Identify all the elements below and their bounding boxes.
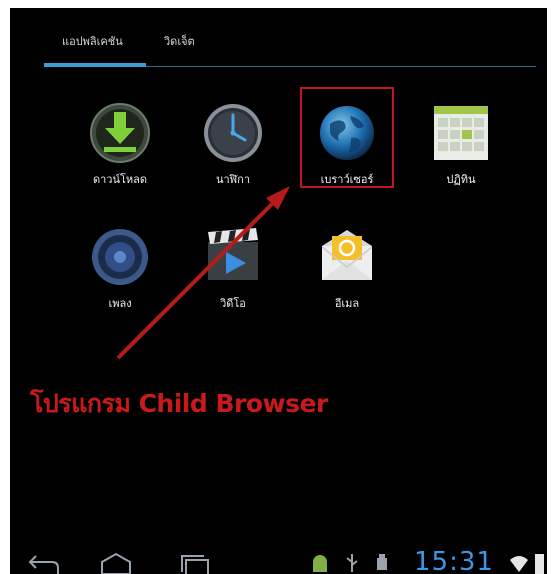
annotation-caption: โปรแกรม Child Browser [30,389,328,418]
battery-icon [535,554,544,574]
usb-icon [346,554,358,572]
debug-icon [377,554,387,570]
recent-apps-icon[interactable] [178,552,214,574]
annotation-arrow [116,186,290,360]
status-clock: 15:31 [414,547,494,574]
wifi-icon [510,556,528,572]
android-screen: แอปพลิเคชัน วิดเจ็ต ดาวน์โหลด นาฬิกา เบร… [10,8,547,574]
android-notification-icon [313,555,327,572]
back-icon[interactable] [26,552,62,574]
home-icon[interactable] [98,552,134,574]
